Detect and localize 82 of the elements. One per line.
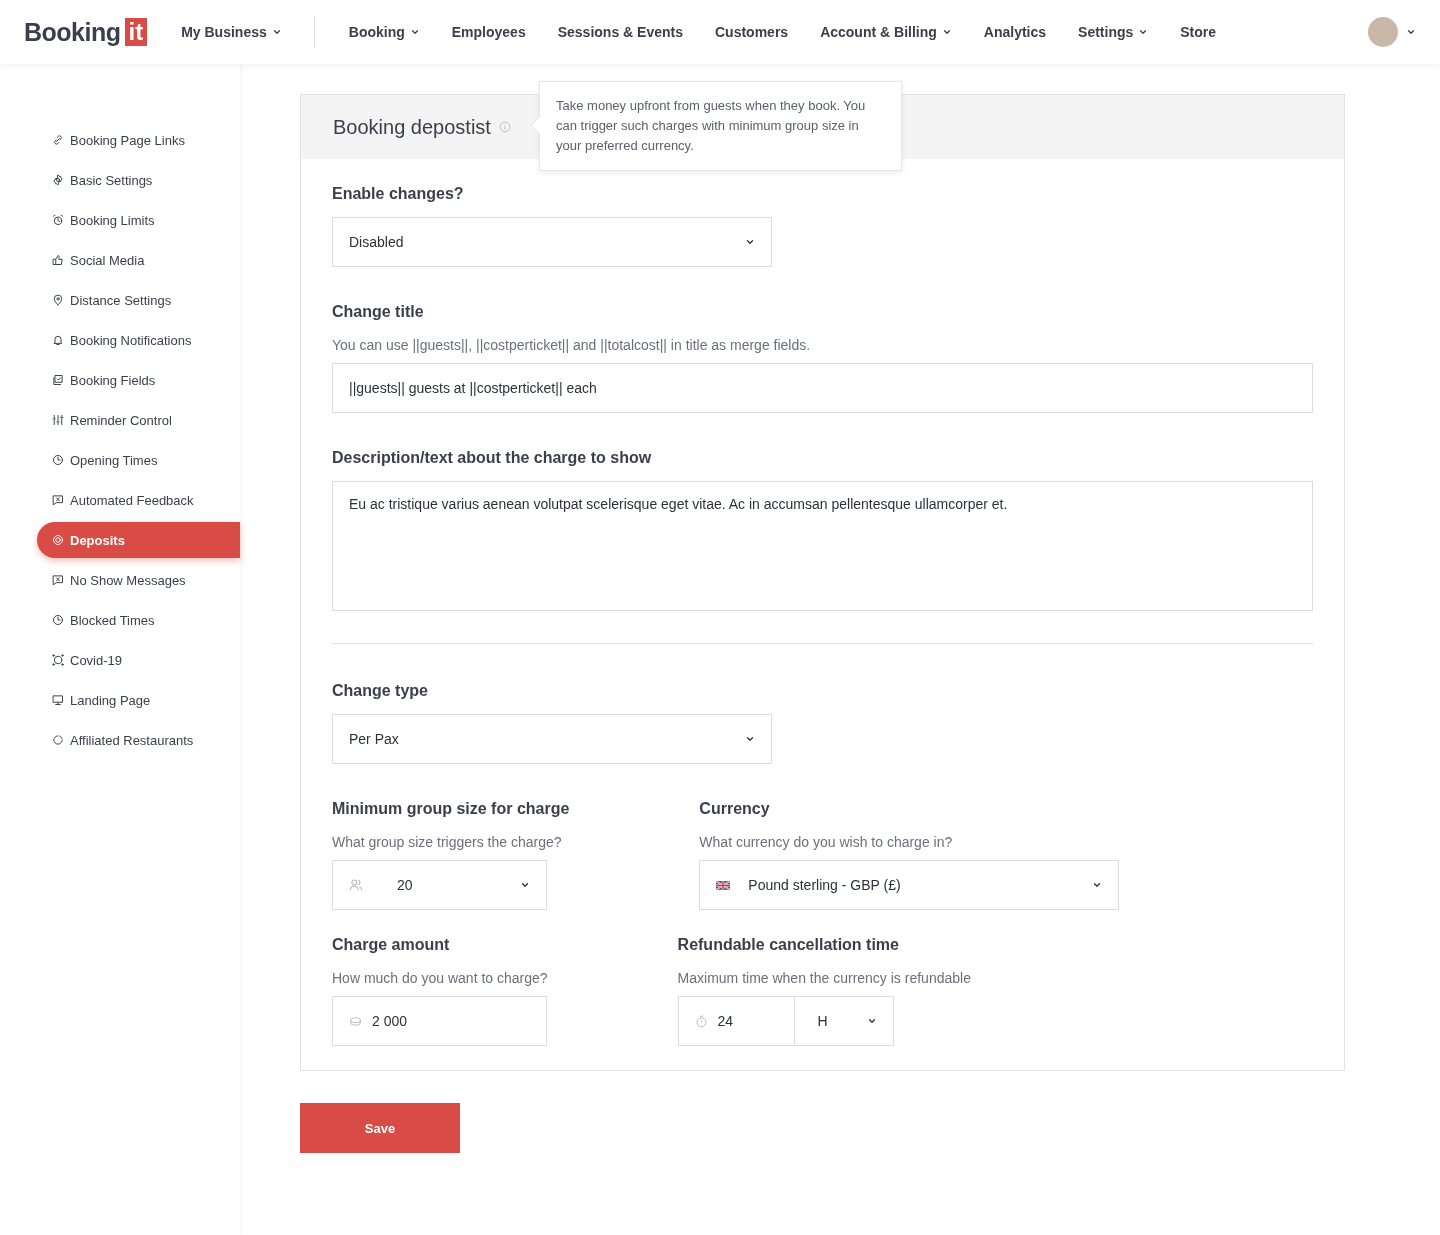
- field-label: Enable changes?: [332, 184, 465, 204]
- users-icon: [349, 878, 363, 892]
- sidebar-item[interactable]: Basic Settings: [37, 162, 240, 198]
- chevron-down-icon: [866, 1016, 877, 1026]
- description-textarea[interactable]: Eu ac tristique varius aenean volutpat scelerisque eget vitae. Ac in accumsan pellentesque ullamcorper et.: [332, 481, 1313, 611]
- sidebar-item[interactable]: No Show Messages: [37, 562, 240, 598]
- change-type-dropdown[interactable]: Per Pax: [332, 714, 772, 764]
- sidebar-item[interactable]: Covid-19: [37, 642, 240, 678]
- thumbs-up-icon: [52, 254, 64, 266]
- field-hint: You can use ||guests||, ||costperticket|| and ||totalcost|| in title as merge fields.: [332, 336, 812, 355]
- message-x-icon: [52, 494, 64, 506]
- sidebar-item[interactable]: Blocked Times: [37, 602, 240, 638]
- field-label: Change title: [332, 302, 425, 322]
- user-avatar[interactable]: [1368, 17, 1398, 47]
- sidebar-item[interactable]: Booking Limits: [37, 202, 240, 238]
- sidebar-item[interactable]: Affiliated Restaurants: [37, 722, 240, 758]
- title-input-field[interactable]: ||guests|| guests at ||costperticket|| each: [332, 363, 1313, 413]
- sidebar-item[interactable]: Booking Page Links: [37, 122, 240, 158]
- sidebar-item[interactable]: Social Media: [37, 242, 240, 278]
- coin-icon: [52, 534, 64, 546]
- chevron-down-icon: [745, 237, 755, 247]
- dotted-circle-icon: [52, 654, 64, 666]
- field-label: Change type: [332, 681, 429, 701]
- nav-menu-item[interactable]: Store: [1180, 24, 1217, 40]
- sidebar-item[interactable]: Landing Page: [37, 682, 240, 718]
- charge-amount-field[interactable]: 2 000: [332, 996, 547, 1046]
- message-x-icon: [52, 574, 64, 586]
- sidebar-item[interactable]: Distance Settings: [37, 282, 240, 318]
- group-size-dropdown[interactable]: 20: [332, 860, 547, 910]
- chevron-down-icon: [941, 27, 952, 37]
- chevron-down-icon: [1092, 880, 1103, 890]
- info-icon: [498, 121, 511, 133]
- field-hint: What currency do you wish to charge in?: [699, 833, 954, 852]
- location-pin-icon: [52, 294, 64, 306]
- info-tooltip: Take money upfront from guests when they book. You can trigger such charges with minimum group size in your preferred currency.: [530, 81, 902, 171]
- sidebar-item[interactable]: Booking Notifications: [37, 322, 240, 358]
- sidebar-item[interactable]: Deposits: [37, 522, 240, 558]
- bell-icon: [52, 334, 64, 346]
- refresh-icon: [52, 734, 64, 746]
- nav-menu-item[interactable]: Employees: [451, 24, 526, 40]
- chevron-down-icon: [520, 880, 530, 890]
- field-hint: Maximum time when the currency is refundable: [677, 969, 971, 988]
- nav-menu-item[interactable]: Account & Billing: [820, 24, 952, 40]
- alarm-clock-icon: [52, 214, 64, 226]
- nav-menu-item[interactable]: My Business: [181, 24, 282, 40]
- chevron-down-icon: [1138, 27, 1149, 37]
- link-icon: [52, 134, 64, 146]
- checked-copy-icon: [52, 374, 64, 386]
- sliders-icon: [52, 414, 64, 426]
- nav-menu-item[interactable]: Settings: [1078, 24, 1149, 40]
- time-unit-dropdown[interactable]: H: [794, 996, 894, 1046]
- chevron-down-icon: [409, 27, 420, 37]
- field-label: Refundable cancellation time: [677, 935, 900, 955]
- sidebar-item[interactable]: Reminder Control: [37, 402, 240, 438]
- nav-menu-item[interactable]: Booking: [348, 24, 420, 40]
- chevron-down-icon: [745, 734, 755, 744]
- chevron-down-icon: [1406, 27, 1416, 37]
- field-label: Currency: [699, 799, 771, 819]
- flag-icon: [716, 880, 731, 890]
- currency-dropdown[interactable]: Pound sterling - GBP (£): [699, 860, 1120, 910]
- field-hint: How much do you want to charge?: [332, 969, 548, 988]
- stopwatch-icon: [694, 1014, 708, 1028]
- save-button[interactable]: Save: [300, 1103, 460, 1153]
- field-label: Description/text about the charge to show: [332, 448, 653, 468]
- field-label: Minimum group size for charge: [332, 799, 570, 819]
- card-title: Booking depostist: [333, 115, 491, 139]
- clock-icon: [52, 454, 64, 466]
- sidebar-item[interactable]: Booking Fields: [37, 362, 240, 398]
- booking-logo[interactable]: Booking it: [24, 17, 148, 47]
- sidebar-item[interactable]: Opening Times: [37, 442, 240, 478]
- monitor-icon: [52, 694, 64, 706]
- clock-icon: [52, 614, 64, 626]
- nav-menu-item[interactable]: Sessions & Events: [557, 24, 683, 40]
- field-hint: What group size triggers the charge?: [332, 833, 563, 852]
- chevron-down-icon: [271, 27, 282, 37]
- refund-time-field[interactable]: 24: [677, 996, 795, 1046]
- enable-dropdown[interactable]: Disabled: [332, 217, 772, 267]
- coin-icon: [349, 1014, 362, 1028]
- nav-menu-item[interactable]: Analytics: [983, 24, 1047, 40]
- nav-menu-item[interactable]: Customers: [715, 24, 789, 40]
- field-label: Charge amount: [332, 935, 451, 955]
- sidebar-item[interactable]: Automated Feedback: [37, 482, 240, 518]
